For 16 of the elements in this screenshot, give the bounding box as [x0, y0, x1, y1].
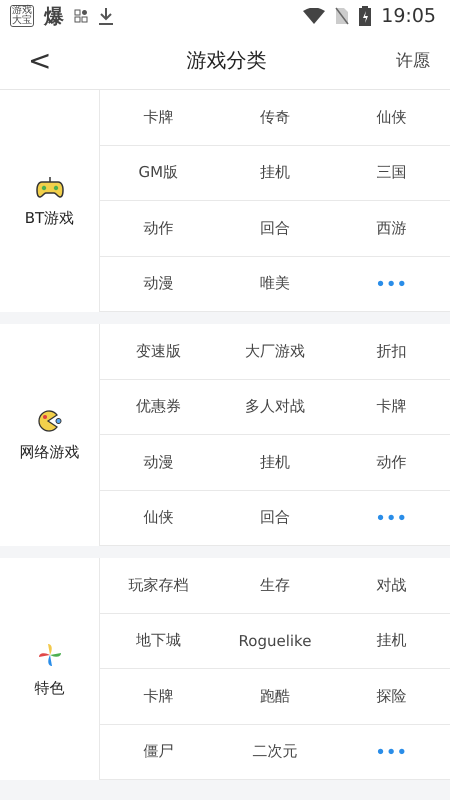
category-name: 网络游戏 [20, 442, 80, 462]
category-name: BT游戏 [24, 208, 74, 228]
notification-glyph: 爆 [44, 2, 64, 30]
page-title: 游戏分类 [186, 47, 267, 74]
download-icon [98, 7, 114, 25]
pacman-icon [36, 408, 64, 432]
wish-button[interactable]: 许愿 [396, 49, 430, 72]
battery-icon [359, 6, 372, 26]
category-name: 特色 [34, 678, 64, 698]
back-button[interactable]: < [22, 46, 58, 74]
app-badge-icon: 游戏 大宝 [10, 5, 34, 27]
grid-icon [74, 9, 88, 23]
no-sim-icon [335, 7, 350, 25]
gamepad-icon [36, 174, 64, 198]
wifi-icon [303, 8, 326, 24]
status-time: 19:05 [381, 5, 436, 27]
